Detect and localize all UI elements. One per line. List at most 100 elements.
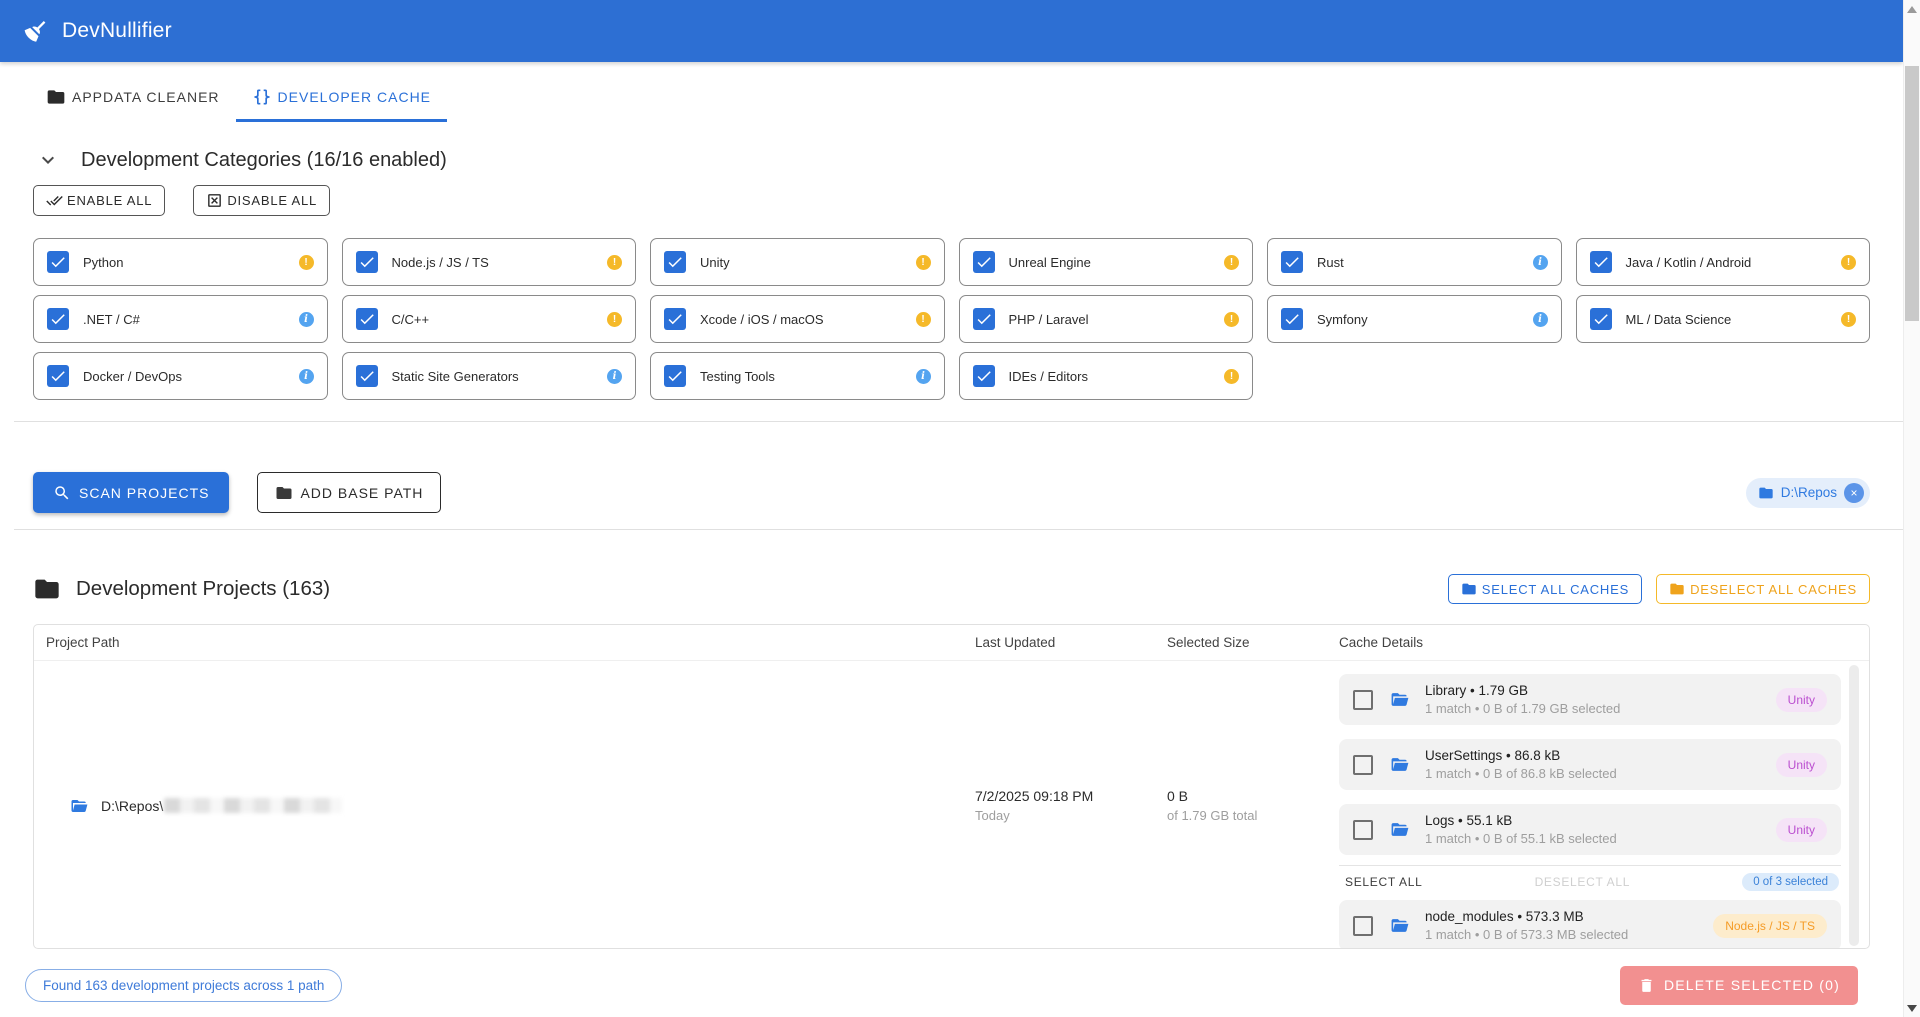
cache-group-bar: SELECT ALL DESELECT ALL 0 of 3 selected: [1339, 865, 1841, 900]
cache-subtitle: 1 match • 0 B of 55.1 kB selected: [1425, 831, 1617, 846]
checkbox-checked[interactable]: [356, 308, 378, 330]
category-card-xcode[interactable]: Xcode / iOS / macOS: [650, 295, 945, 343]
window-scrollbar[interactable]: [1903, 0, 1920, 1017]
category-card-rust[interactable]: Rust: [1267, 238, 1562, 286]
category-info-badge[interactable]: [916, 255, 931, 270]
category-info-badge[interactable]: [607, 369, 622, 384]
checkbox-unchecked[interactable]: [1353, 916, 1373, 936]
scan-projects-button[interactable]: SCAN PROJECTS: [33, 472, 229, 513]
select-all-caches-button[interactable]: SELECT ALL CACHES: [1448, 574, 1642, 604]
selected-size-value: 0 B: [1167, 788, 1339, 804]
enable-all-label: ENABLE ALL: [67, 193, 152, 208]
checkbox-unchecked[interactable]: [1353, 820, 1373, 840]
checkbox-checked[interactable]: [973, 308, 995, 330]
category-card-dotnet[interactable]: .NET / C#: [33, 295, 328, 343]
cache-list-scrollbar[interactable]: [1849, 665, 1859, 946]
group-deselect-all-button[interactable]: DESELECT ALL: [1535, 875, 1631, 889]
category-info-badge[interactable]: [1533, 255, 1548, 270]
checkbox-checked[interactable]: [47, 251, 69, 273]
checkbox-checked[interactable]: [664, 251, 686, 273]
base-path-chip[interactable]: D:\Repos ×: [1746, 478, 1870, 508]
cache-subtitle: 1 match • 0 B of 86.8 kB selected: [1425, 766, 1617, 781]
category-label: IDEs / Editors: [1009, 369, 1088, 384]
checkbox-checked[interactable]: [1590, 308, 1612, 330]
category-info-badge[interactable]: [916, 369, 931, 384]
project-path-cell: D:\Repos\: [34, 661, 975, 949]
category-card-static-site[interactable]: Static Site Generators: [342, 352, 637, 400]
deselect-all-caches-button[interactable]: DESELECT ALL CACHES: [1656, 574, 1870, 604]
category-card-php[interactable]: PHP / Laravel: [959, 295, 1254, 343]
scrollbar-up-arrow-icon[interactable]: [1904, 1, 1920, 17]
check-icon: [1592, 310, 1610, 328]
category-card-unity[interactable]: Unity: [650, 238, 945, 286]
checkbox-checked[interactable]: [356, 365, 378, 387]
category-card-symfony[interactable]: Symfony: [1267, 295, 1562, 343]
column-header-project-path: Project Path: [34, 635, 975, 650]
checkbox-checked[interactable]: [973, 365, 995, 387]
cache-row-node-modules[interactable]: node_modules • 573.3 MB 1 match • 0 B of…: [1339, 900, 1841, 949]
tab-developer-cache[interactable]: DEVELOPER CACHE: [236, 72, 447, 122]
checkbox-checked[interactable]: [664, 308, 686, 330]
enable-all-button[interactable]: ENABLE ALL: [33, 185, 165, 216]
category-info-badge[interactable]: [1224, 312, 1239, 327]
checkbox-checked[interactable]: [47, 365, 69, 387]
project-path-text: D:\Repos\: [101, 798, 342, 814]
category-info-badge[interactable]: [1533, 312, 1548, 327]
category-card-cpp[interactable]: C/C++: [342, 295, 637, 343]
cache-row-library[interactable]: Library • 1.79 GB 1 match • 0 B of 1.79 …: [1339, 674, 1841, 725]
group-select-all-button[interactable]: SELECT ALL: [1345, 875, 1423, 889]
close-icon[interactable]: ×: [1844, 483, 1864, 503]
category-info-badge[interactable]: [607, 312, 622, 327]
divider: [14, 421, 1906, 422]
check-icon: [49, 367, 67, 385]
disable-all-button[interactable]: DISABLE ALL: [193, 185, 330, 216]
category-info-badge[interactable]: [299, 255, 314, 270]
category-card-ml[interactable]: ML / Data Science: [1576, 295, 1871, 343]
select-all-caches-label: SELECT ALL CACHES: [1482, 582, 1629, 597]
delete-selected-button[interactable]: DELETE SELECTED (0): [1620, 966, 1858, 1005]
category-label: Unity: [700, 255, 730, 270]
category-card-node[interactable]: Node.js / JS / TS: [342, 238, 637, 286]
selected-size-total: of 1.79 GB total: [1167, 808, 1339, 823]
checkbox-checked[interactable]: [1281, 251, 1303, 273]
category-info-badge[interactable]: [607, 255, 622, 270]
category-info-badge[interactable]: [1841, 312, 1856, 327]
cache-title: Library • 1.79 GB: [1425, 683, 1620, 698]
checkbox-checked[interactable]: [1590, 251, 1612, 273]
tab-bar: APPDATA CLEANER DEVELOPER CACHE: [30, 72, 1870, 122]
checkbox-unchecked[interactable]: [1353, 755, 1373, 775]
checkbox-unchecked[interactable]: [1353, 690, 1373, 710]
projects-heading-row: Development Projects (163) SELECT ALL CA…: [33, 574, 1870, 604]
tab-appdata-cleaner[interactable]: APPDATA CLEANER: [30, 72, 236, 122]
category-card-unreal[interactable]: Unreal Engine: [959, 238, 1254, 286]
category-info-badge[interactable]: [1841, 255, 1856, 270]
checkbox-checked[interactable]: [1281, 308, 1303, 330]
category-info-badge[interactable]: [299, 312, 314, 327]
scrollbar-down-arrow-icon[interactable]: [1904, 1000, 1920, 1016]
cache-row-logs[interactable]: Logs • 55.1 kB 1 match • 0 B of 55.1 kB …: [1339, 804, 1841, 855]
category-card-docker[interactable]: Docker / DevOps: [33, 352, 328, 400]
category-info-badge[interactable]: [299, 369, 314, 384]
projects-actions: SELECT ALL CACHES DESELECT ALL CACHES: [1448, 574, 1870, 604]
search-icon: [53, 484, 71, 502]
checkbox-checked[interactable]: [356, 251, 378, 273]
delete-selected-label: DELETE SELECTED (0): [1664, 977, 1840, 993]
category-info-badge[interactable]: [1224, 369, 1239, 384]
checkbox-checked[interactable]: [973, 251, 995, 273]
scrollbar-thumb[interactable]: [1905, 66, 1919, 321]
add-base-path-button[interactable]: ADD BASE PATH: [257, 472, 441, 513]
last-updated-relative: Today: [975, 808, 1167, 823]
category-card-python[interactable]: Python: [33, 238, 328, 286]
collapse-toggle[interactable]: [35, 147, 61, 173]
projects-table: Project Path Last Updated Selected Size …: [33, 624, 1870, 949]
category-grid: Python Node.js / JS / TS Unity Unreal En…: [33, 238, 1870, 400]
category-info-badge[interactable]: [916, 312, 931, 327]
checkbox-checked[interactable]: [664, 365, 686, 387]
cache-row-usersettings[interactable]: UserSettings • 86.8 kB 1 match • 0 B of …: [1339, 739, 1841, 790]
category-card-java[interactable]: Java / Kotlin / Android: [1576, 238, 1871, 286]
folder-icon: [275, 484, 293, 502]
category-info-badge[interactable]: [1224, 255, 1239, 270]
checkbox-checked[interactable]: [47, 308, 69, 330]
category-card-testing[interactable]: Testing Tools: [650, 352, 945, 400]
category-card-ides[interactable]: IDEs / Editors: [959, 352, 1254, 400]
